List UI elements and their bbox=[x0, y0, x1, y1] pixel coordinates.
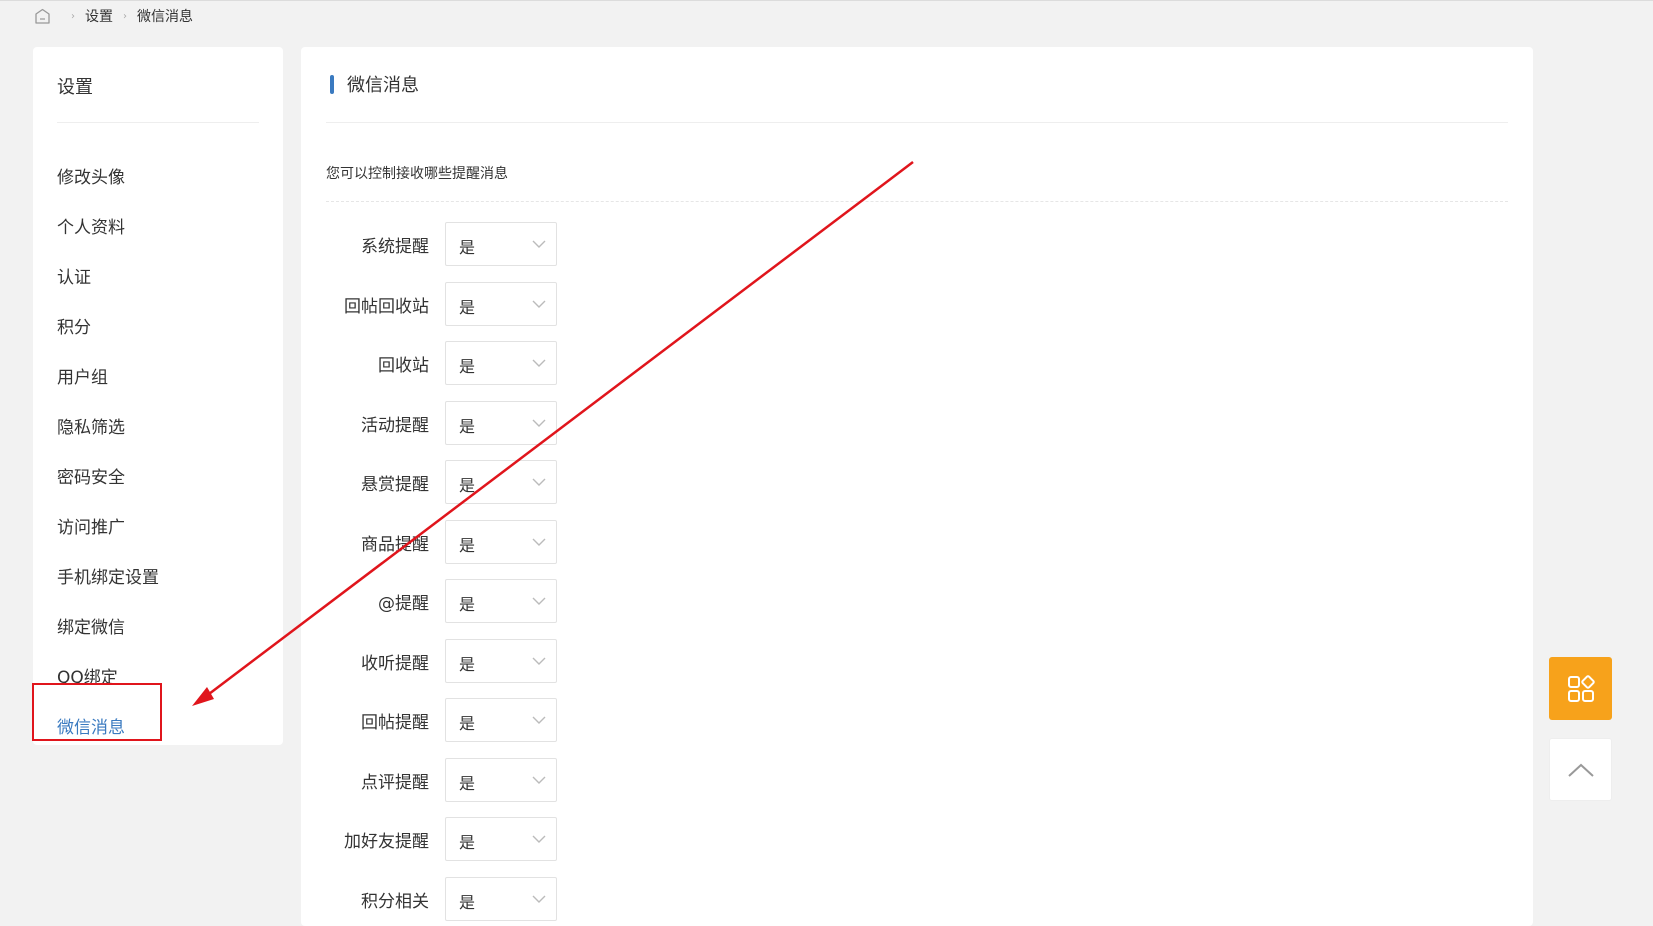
setting-select-value: 是 bbox=[459, 892, 476, 912]
setting-label: 积分相关 bbox=[361, 891, 429, 912]
setting-select[interactable]: 是 bbox=[445, 817, 557, 861]
apps-button[interactable] bbox=[1549, 657, 1612, 720]
top-border bbox=[0, 0, 1653, 1]
setting-row: 积分相关 是 bbox=[301, 876, 901, 921]
chevron-down-icon bbox=[532, 835, 546, 843]
setting-label: 加好友提醒 bbox=[344, 832, 429, 852]
main-panel: 微信消息 您可以控制接收哪些提醒消息 系统提醒是回帖回收站是回收站是活动提醒是悬… bbox=[301, 47, 1533, 926]
sidebar-title: 设置 bbox=[57, 77, 93, 98]
breadcrumb-wechat-messages[interactable]: 微信消息 bbox=[137, 6, 193, 26]
setting-label: @提醒 bbox=[378, 594, 429, 614]
back-to-top-button[interactable] bbox=[1549, 738, 1612, 801]
annotation-highlight-box bbox=[32, 683, 162, 741]
setting-label: 商品提醒 bbox=[361, 534, 429, 555]
setting-row: 悬赏提醒 是 bbox=[301, 460, 901, 504]
chevron-down-icon bbox=[532, 716, 546, 724]
setting-select-value: 是 bbox=[459, 714, 476, 733]
setting-row: 回收站 是 bbox=[301, 341, 901, 385]
settings-sidebar: 设置 修改头像 个人资料 认证 积分 用户组 隐私筛选 密码安全 访问推广 手机… bbox=[33, 47, 283, 745]
breadcrumb: › 设置 › 微信消息 bbox=[34, 6, 193, 26]
setting-select[interactable]: 是 bbox=[445, 341, 557, 385]
setting-row: 点评提醒 是 bbox=[301, 757, 901, 802]
setting-row: 商品提醒 是 bbox=[301, 519, 901, 564]
chevron-down-icon bbox=[532, 478, 546, 486]
home-icon[interactable] bbox=[34, 8, 51, 24]
chevron-down-icon bbox=[532, 300, 546, 308]
setting-select-value: 是 bbox=[459, 416, 476, 436]
setting-label: 回帖提醒 bbox=[361, 713, 429, 733]
page-title: 微信消息 bbox=[347, 75, 419, 96]
setting-select[interactable]: 是 bbox=[445, 460, 557, 504]
setting-select-value: 是 bbox=[459, 773, 476, 793]
setting-select-value: 是 bbox=[459, 476, 476, 495]
breadcrumb-settings[interactable]: 设置 bbox=[85, 6, 113, 26]
setting-row: 回帖回收站 是 bbox=[301, 281, 901, 326]
setting-label: 回帖回收站 bbox=[344, 296, 429, 317]
setting-select[interactable]: 是 bbox=[445, 519, 557, 564]
setting-select[interactable]: 是 bbox=[445, 400, 557, 445]
setting-row: 活动提醒 是 bbox=[301, 400, 901, 445]
breadcrumb-separator: › bbox=[71, 10, 75, 22]
sidebar-divider bbox=[57, 122, 259, 123]
setting-select[interactable]: 是 bbox=[445, 281, 557, 326]
title-accent-bar bbox=[330, 75, 334, 94]
setting-row: @提醒 是 bbox=[301, 579, 901, 623]
setting-select[interactable]: 是 bbox=[445, 698, 557, 742]
setting-row: 加好友提醒 是 bbox=[301, 817, 901, 861]
setting-select-value: 是 bbox=[459, 833, 476, 852]
chevron-down-icon bbox=[532, 240, 546, 248]
setting-row: 系统提醒 是 bbox=[301, 222, 901, 266]
setting-row: 回帖提醒 是 bbox=[301, 698, 901, 742]
setting-label: 回收站 bbox=[378, 356, 429, 376]
setting-label: 点评提醒 bbox=[361, 772, 429, 793]
chevron-down-icon bbox=[532, 657, 546, 665]
setting-label: 活动提醒 bbox=[361, 415, 429, 436]
setting-select-value: 是 bbox=[459, 595, 476, 614]
setting-label: 系统提醒 bbox=[361, 237, 429, 257]
title-divider bbox=[326, 122, 1508, 123]
chevron-down-icon bbox=[532, 895, 546, 903]
setting-select-value: 是 bbox=[459, 654, 476, 674]
setting-select[interactable]: 是 bbox=[445, 757, 557, 802]
chevron-down-icon bbox=[532, 538, 546, 546]
chevron-down-icon bbox=[532, 776, 546, 784]
setting-select-value: 是 bbox=[459, 238, 476, 257]
chevron-down-icon bbox=[532, 597, 546, 605]
description-divider bbox=[326, 201, 1508, 202]
setting-row: 收听提醒 是 bbox=[301, 638, 901, 683]
setting-select[interactable]: 是 bbox=[445, 579, 557, 623]
setting-select[interactable]: 是 bbox=[445, 638, 557, 683]
setting-select[interactable]: 是 bbox=[445, 222, 557, 266]
chevron-up-icon bbox=[1567, 763, 1594, 777]
setting-select-value: 是 bbox=[459, 535, 476, 555]
setting-select-value: 是 bbox=[459, 357, 476, 376]
apps-grid-icon bbox=[1567, 674, 1595, 702]
setting-label: 悬赏提醒 bbox=[361, 475, 429, 495]
setting-select-value: 是 bbox=[459, 297, 476, 317]
chevron-down-icon bbox=[532, 419, 546, 427]
page-description: 您可以控制接收哪些提醒消息 bbox=[326, 166, 508, 182]
setting-label: 收听提醒 bbox=[361, 653, 429, 674]
breadcrumb-separator: › bbox=[123, 10, 127, 22]
chevron-down-icon bbox=[532, 359, 546, 367]
setting-select[interactable]: 是 bbox=[445, 876, 557, 921]
